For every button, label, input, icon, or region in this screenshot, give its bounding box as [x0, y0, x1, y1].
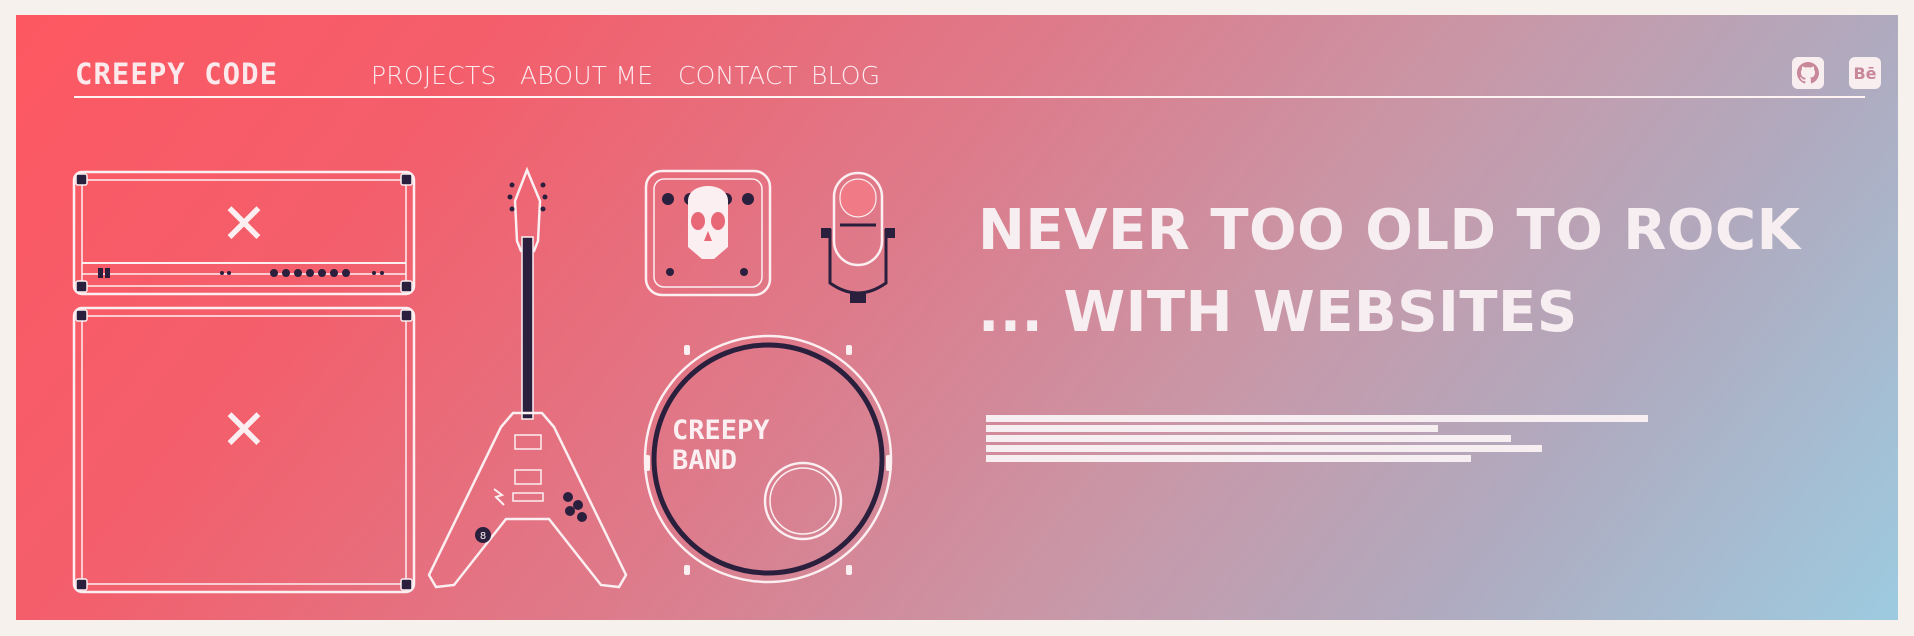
drum-text-line2: BAND [672, 445, 737, 476]
placeholder-line [986, 425, 1438, 432]
hero-banner: CREEPY CODE PROJECTS ABOUT ME CONTACT BL… [16, 15, 1898, 620]
svg-text:8: 8 [480, 531, 486, 542]
hero-headline-line1: NEVER TOO OLD TO ROCK [978, 198, 1801, 263]
amp-cabinet-mark: ✕ [221, 398, 268, 463]
drum-text-line1: CREEPY [672, 415, 770, 446]
skull-pedal [644, 169, 772, 297]
placeholder-line [986, 445, 1542, 452]
band-gear-illustration: 8 ✕ ✕ CREEPY BAND [72, 166, 895, 594]
microphone [821, 171, 895, 303]
flying-v-guitar: 8 [427, 166, 628, 589]
hero-headline-line2: ... WITH WEBSITES [978, 280, 1578, 345]
amp-head-mark: ✕ [221, 192, 268, 257]
placeholder-line [986, 415, 1648, 422]
placeholder-line [986, 435, 1511, 442]
placeholder-line [986, 455, 1471, 462]
